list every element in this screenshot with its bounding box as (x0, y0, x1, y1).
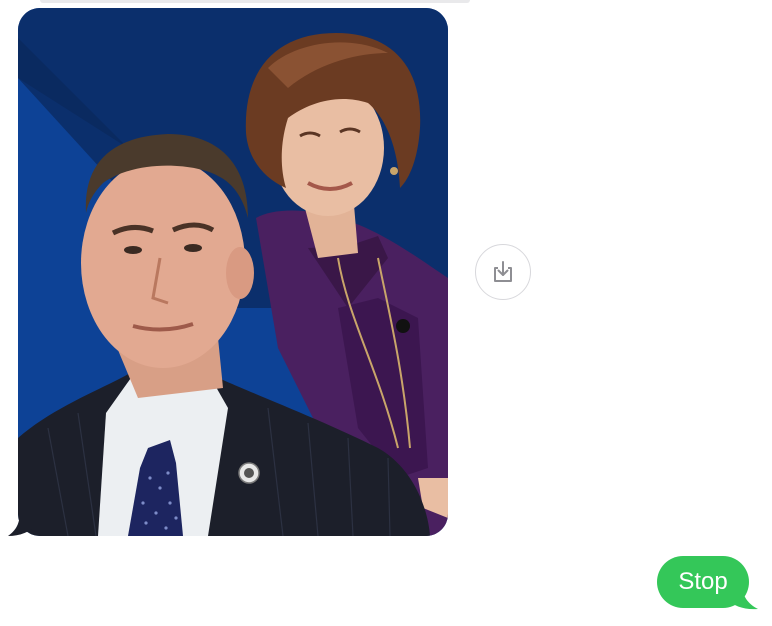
outgoing-message-text: Stop (678, 568, 728, 595)
photo-attachment[interactable] (18, 8, 448, 536)
incoming-image-message[interactable] (18, 8, 448, 536)
previous-message-bubble-edge (40, 0, 470, 3)
outgoing-bubble-tail (728, 584, 758, 610)
save-image-button[interactable] (475, 244, 531, 300)
incoming-bubble-tail (8, 510, 38, 536)
download-tray-icon (494, 261, 512, 282)
message-thread: Stop (0, 0, 772, 626)
